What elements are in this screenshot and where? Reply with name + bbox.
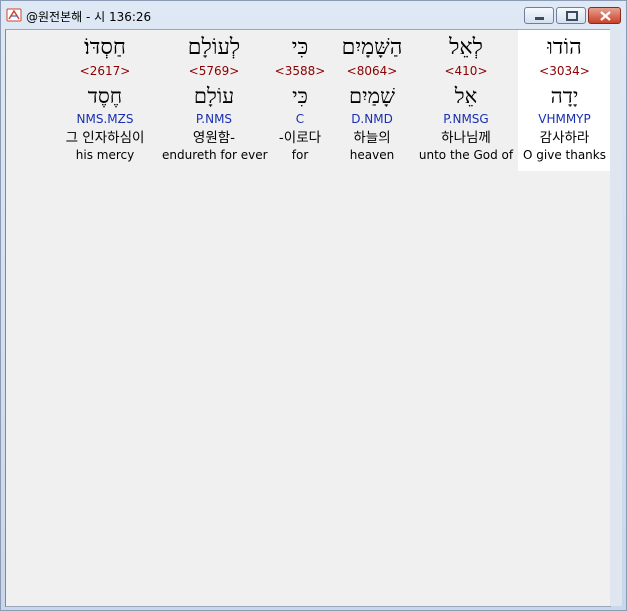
lemma-word: אֵל <box>454 84 478 108</box>
word-column[interactable]: כִּי <3588> כִּי C -이로다 for <box>268 30 332 171</box>
minimize-button[interactable] <box>524 7 554 24</box>
english-gloss: his mercy <box>75 148 135 162</box>
korean-gloss: 하늘의 <box>353 130 391 146</box>
word-column[interactable]: הַשָּׁמָיִם <8064> שָׁמַיִם D.NMD 하늘의 he… <box>333 30 411 171</box>
app-icon[interactable] <box>6 7 22 23</box>
hebrew-word: חַסְדּוֹ׃ <box>84 35 126 60</box>
english-gloss: O give thanks <box>523 148 606 162</box>
korean-gloss: 하나님께 <box>441 130 491 146</box>
strong-number[interactable]: <3034> <box>518 64 611 78</box>
maximize-icon <box>566 11 578 21</box>
morph-code: NMS.MZS <box>76 112 134 126</box>
morph-code: P.NMSG <box>443 112 489 126</box>
korean-gloss: 그 인자하심이 <box>65 130 145 146</box>
lemma-word: שָׁמַיִם <box>349 84 395 108</box>
morph-code: C <box>295 112 305 126</box>
maximize-button[interactable] <box>556 7 586 24</box>
morph-code: P.NMS <box>195 112 233 126</box>
close-button[interactable] <box>588 7 621 24</box>
close-icon <box>600 11 611 21</box>
word-column[interactable]: חַסְדּוֹ׃ <2617> חֶסֶד NMS.MZS 그 인자하심이 h… <box>52 30 158 171</box>
strong-number[interactable]: <410> <box>416 64 516 78</box>
morph-code: D.NMD <box>351 112 393 126</box>
lemma-word: כִּי <box>292 84 308 108</box>
hebrew-word: הַשָּׁמָיִם <box>341 35 403 60</box>
morph-code: VHMMYP <box>538 112 591 126</box>
strong-number[interactable]: <3588> <box>268 64 332 78</box>
english-gloss: unto the God of <box>418 148 514 162</box>
korean-gloss: -이로다 <box>278 130 322 146</box>
window-frame-right <box>610 29 622 606</box>
word-column[interactable]: לְעוֹלָם <5769> עוֹלָם P.NMS 영원함- endure… <box>162 30 268 171</box>
hebrew-word: כִּי <box>291 35 309 60</box>
strong-number[interactable]: <2617> <box>52 64 158 78</box>
korean-gloss: 감사하라 <box>539 130 590 146</box>
word-column[interactable]: הוֹדוּ <3034> יָדָה VHMMYP 감사하라 O give t… <box>518 30 611 171</box>
app-window: @원전본해 - 시 136:26 הוֹדוּ <3034> יָדָה VHM… <box>0 0 627 611</box>
title-bar[interactable]: @원전본해 - 시 136:26 <box>1 1 626 29</box>
word-column[interactable]: לְאֵל <410> אֵל P.NMSG 하나님께 unto the God… <box>416 30 516 171</box>
korean-gloss: 영원함- <box>192 130 236 146</box>
strong-number[interactable]: <8064> <box>333 64 411 78</box>
hebrew-word: לְעוֹלָם <box>187 35 241 60</box>
hebrew-word: לְאֵל <box>449 35 483 60</box>
strong-number[interactable]: <5769> <box>162 64 266 78</box>
lemma-word: עוֹלָם <box>193 84 235 108</box>
interlinear-panel[interactable]: הוֹדוּ <3034> יָדָה VHMMYP 감사하라 O give t… <box>5 29 611 607</box>
hebrew-word: הוֹדוּ <box>547 35 582 60</box>
window-title: @원전본해 - 시 136:26 <box>26 10 152 24</box>
lemma-word: חֶסֶד <box>87 84 123 108</box>
lemma-word: יָדָה <box>550 84 579 108</box>
english-gloss: heaven <box>349 148 395 162</box>
minimize-icon <box>535 17 544 20</box>
english-gloss: endureth for ever <box>162 148 268 162</box>
english-gloss: for <box>291 148 309 162</box>
